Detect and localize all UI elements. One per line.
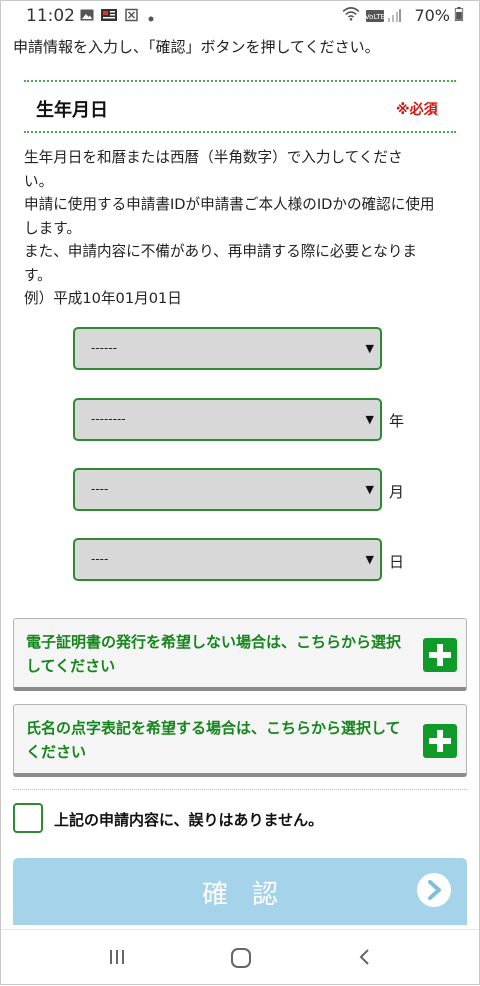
month-unit-label: 月 [389,483,405,501]
confirm-checkbox-label[interactable]: 上記の申請内容に、誤りはありません。 [54,809,323,830]
svg-text:VoLTE: VoLTE [366,13,384,21]
volte-icon: VoLTE [366,10,384,22]
battery-icon [454,7,464,21]
section-divider-bottom [24,131,456,133]
era-select[interactable]: ------ ▼ [73,327,382,370]
section-divider-top [24,80,456,82]
status-bar: 11:02 VoLTE 70% [0,0,480,32]
divider [13,789,467,790]
description-line: い。 [24,172,54,190]
description-line: す。 [24,266,52,284]
year-select[interactable]: -------- ▼ [73,398,382,441]
description-line: また、申請内容に不備があり、再申請する際に必要となりま [24,243,418,260]
electronic-certificate-option-button[interactable]: 電子証明書の発行を希望しない場合は、こちらから選択してください [13,618,467,691]
month-select[interactable]: ---- ▼ [73,468,382,511]
plus-icon [423,638,457,672]
wifi-icon [342,7,360,21]
description-line: します。 [24,219,81,237]
dropdown-arrow-icon: ▼ [365,553,374,566]
recent-apps-icon[interactable] [108,947,126,967]
dropdown-arrow-icon: ▼ [365,483,374,496]
day-select-value: ---- [91,552,109,566]
intro-text: 申請情報を入力し、「確認」ボタンを押してください。 [13,38,380,56]
home-icon[interactable] [230,947,252,969]
era-select-value: ------ [91,341,117,355]
news-app-icon [101,9,117,21]
year-unit-label: 年 [389,412,405,430]
expander-label: 氏名の点字表記を希望する場合は、こちらから選択してください [26,719,401,761]
status-time: 11:02 [26,6,75,26]
confirm-button-label: 確認 [201,880,302,910]
description-line: 生年月日を和暦または西暦（半角数字）で入力してくださ [24,149,403,166]
day-unit-label: 日 [389,553,405,571]
section-title: 生年月日 [36,100,108,121]
year-select-value: -------- [91,412,126,426]
description-line: 例）平成10年01月01日 [24,290,182,307]
notification-icon [125,8,138,22]
field-description: 生年月日を和暦または西暦（半角数字）で入力してくださ い。 申請に使用する申請書… [24,146,464,311]
signal-icon [388,9,401,22]
required-badge: ※必須 [396,102,438,118]
arrow-right-circle-icon [417,873,451,907]
expander-label: 電子証明書の発行を希望しない場合は、こちらから選択してください [26,633,402,675]
confirm-checkbox[interactable] [13,803,43,833]
system-nav-bar [0,929,480,986]
dropdown-arrow-icon: ▼ [365,413,374,426]
month-select-value: ---- [91,482,109,496]
back-icon[interactable] [357,947,373,967]
battery-percent: 70% [414,6,450,25]
confirm-button[interactable]: 確認 [13,858,467,925]
image-icon [80,9,94,21]
description-line: 申請に使用する申請書IDが申請書ご本人様のIDかの確認に使用 [24,196,435,213]
dot-icon [148,16,154,22]
plus-icon [423,724,457,758]
day-select[interactable]: ---- ▼ [73,538,382,581]
dropdown-arrow-icon: ▼ [365,342,374,355]
braille-name-option-button[interactable]: 氏名の点字表記を希望する場合は、こちらから選択してください [13,704,467,777]
